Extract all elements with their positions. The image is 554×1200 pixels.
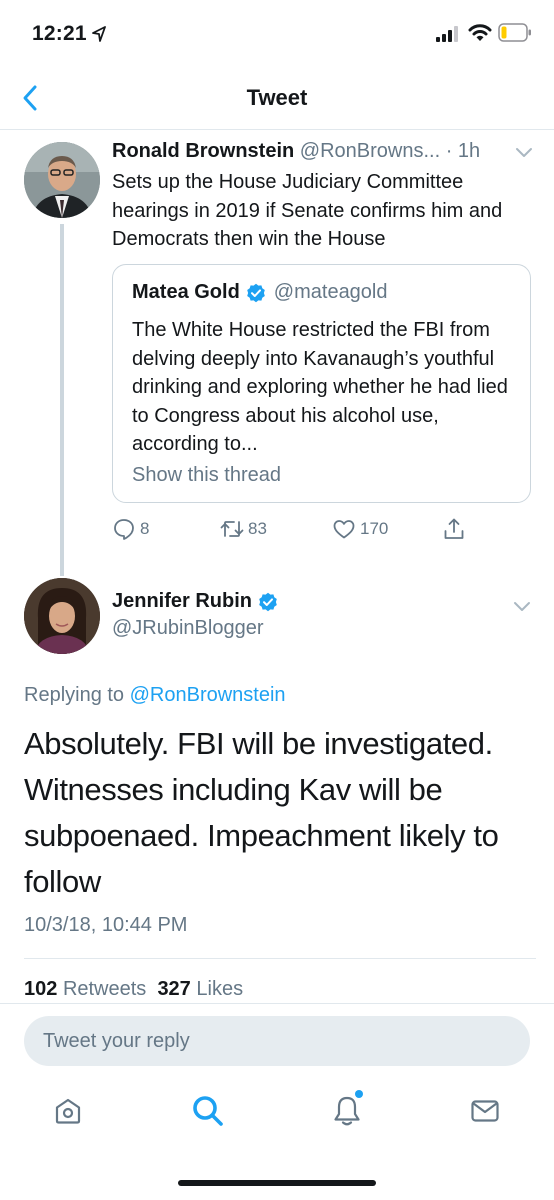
focal-author-name-row: Jennifer Rubin (112, 590, 286, 613)
engagement-counts: 102 Retweets 327 Likes (24, 978, 243, 1001)
verified-badge-icon (246, 283, 265, 302)
author-handle[interactable]: @JRubinBlogger (112, 617, 264, 640)
quoted-author-name: Matea Gold (132, 281, 240, 303)
likes-stat[interactable]: 327 Likes (157, 978, 243, 1000)
parent-tweet-text: Sets up the House Judiciary Committee he… (112, 171, 503, 250)
quoted-tweet-header: Matea Gold @mateagold (132, 281, 388, 304)
battery-icon (498, 23, 531, 42)
heart-icon (333, 520, 355, 539)
divider (0, 1003, 554, 1004)
verified-badge-icon (259, 592, 277, 611)
cellular-signal-icon (436, 26, 458, 42)
notifications-icon (334, 1096, 360, 1126)
retweets-count: 102 (24, 978, 58, 1000)
status-time: 12:21 (32, 22, 87, 45)
like-action[interactable]: 170 (332, 517, 388, 541)
notification-dot (355, 1090, 363, 1098)
wifi-icon (468, 24, 492, 41)
quoted-tweet-card[interactable]: Matea Gold @mateagold The White House re… (112, 264, 531, 503)
show-thread-link[interactable]: Show this thread (132, 464, 281, 487)
replying-to-line: Replying to @RonBrownstein (24, 684, 286, 707)
messages-icon (471, 1100, 499, 1122)
retweet-count: 83 (248, 519, 267, 538)
retweet-action[interactable]: 83 (220, 517, 267, 541)
quoted-tweet-text: The White House restricted the FBI from … (132, 319, 508, 455)
likes-count: 327 (157, 978, 191, 1000)
location-arrow-icon (92, 26, 106, 42)
parent-tweet-header: Ronald Brownstein @RonBrowns... · 1h (112, 140, 480, 163)
person-photo-icon (24, 578, 100, 654)
avatar-jennifer-rubin[interactable] (24, 578, 100, 654)
tab-home[interactable] (51, 1094, 85, 1128)
status-bar: 12:21 (0, 0, 554, 66)
author-handle-time: @RonBrowns... · 1h (299, 140, 481, 162)
home-indicator[interactable] (178, 1180, 376, 1186)
home-icon (55, 1098, 81, 1124)
chevron-down-icon[interactable] (513, 601, 531, 613)
author-name[interactable]: Ronald Brownstein (112, 140, 294, 162)
retweets-stat[interactable]: 102 Retweets (24, 978, 146, 1000)
retweets-label: Retweets (62, 978, 147, 1000)
likes-label: Likes (196, 978, 244, 1000)
tab-messages[interactable] (468, 1094, 502, 1128)
quoted-author-handle: @mateagold (273, 281, 388, 303)
reply-action[interactable]: 8 (112, 517, 149, 541)
thread-connector-line (60, 224, 64, 576)
reply-box (24, 1016, 530, 1066)
tweet-timestamp: 10/3/18, 10:44 PM (24, 914, 188, 936)
divider (24, 958, 536, 959)
page-title: Tweet (246, 85, 308, 110)
author-name[interactable]: Jennifer Rubin (112, 590, 252, 613)
focal-tweet-text: Absolutely. FBI will be investigated. Wi… (24, 726, 499, 899)
tab-notifications[interactable] (330, 1094, 364, 1128)
tab-search[interactable] (191, 1094, 225, 1128)
share-action[interactable] (442, 517, 470, 541)
reply-input[interactable] (24, 1016, 530, 1066)
retweet-icon (220, 521, 244, 537)
tweet-actions-bar: 8 83 170 (112, 517, 542, 551)
search-icon (193, 1096, 223, 1126)
chevron-down-icon[interactable] (515, 147, 533, 159)
reply-icon (114, 519, 134, 540)
navigation-bar: Tweet (0, 70, 554, 130)
replying-to-link[interactable]: @RonBrownstein (130, 684, 286, 706)
share-icon (444, 518, 464, 539)
avatar-ronald-brownstein[interactable] (24, 142, 100, 218)
person-photo-icon (24, 142, 100, 218)
like-count: 170 (360, 519, 389, 538)
reply-count: 8 (140, 519, 150, 538)
replying-to-prefix: Replying to (24, 684, 125, 706)
